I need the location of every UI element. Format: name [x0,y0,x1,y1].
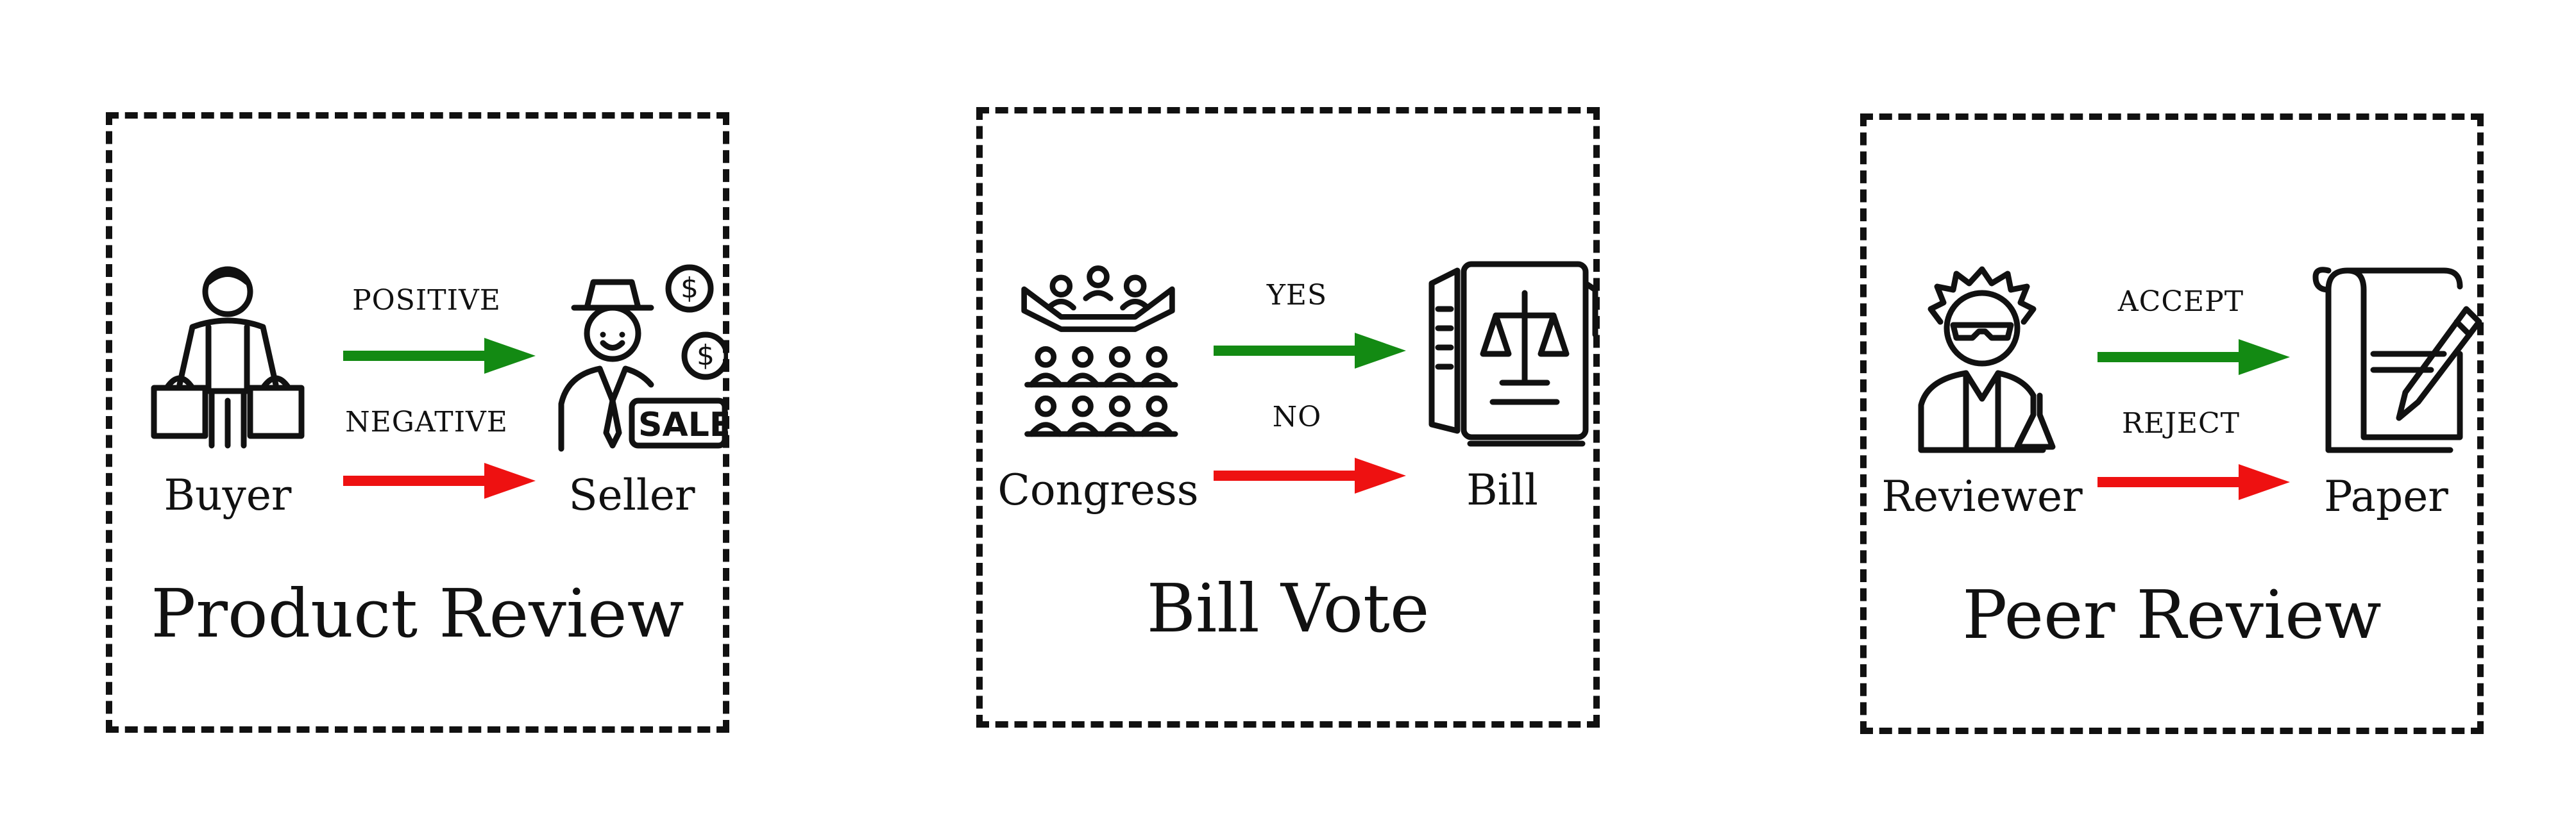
relation-label-negative: NO [1272,401,1322,433]
relation-label-positive: YES [1266,279,1328,312]
positive-arrow [2097,339,2290,375]
positive-arrow [1214,333,1406,369]
actor-label: Reviewer [1881,472,2083,521]
shopper-with-bags-icon [151,266,305,449]
negative-arrow [1214,458,1406,494]
panel-title: Bill Vote [1146,569,1430,647]
target-label: Bill [1466,465,1538,515]
congress-assembly-icon [1021,265,1178,437]
panel-bill-vote: YES NO Congress Bill Bill Vote [976,107,1600,728]
panel-title: Peer Review [1962,576,2382,654]
target-label: Paper [2324,472,2448,521]
target-label: Seller [568,471,695,520]
positive-arrow [343,338,536,374]
relation-label-positive: POSITIVE [352,284,501,317]
negative-arrow [2097,464,2290,500]
negative-arrow [343,463,536,499]
svg-text:$: $ [681,272,699,305]
relation-label-negative: REJECT [2121,407,2241,440]
actor-label: Congress [997,465,1199,515]
scientist-icon [1918,266,2056,453]
law-document-icon [1428,261,1598,447]
panel-peer-review: ACCEPT REJECT Reviewer Paper Peer Review [1860,113,2484,734]
svg-text:$: $ [697,339,715,372]
panel-product-review: $ $ SALE POSITIVE NEGATIVE Buyer Seller … [106,112,729,733]
relation-label-positive: ACCEPT [2117,285,2244,318]
svg-text:SALE: SALE [638,406,728,444]
paper-with-pen-icon [2312,267,2482,453]
relation-label-negative: NEGATIVE [345,406,508,439]
panel-title: Product Review [151,574,684,653]
actor-label: Buyer [164,471,292,520]
salesman-with-sale-sign-icon: $ $ SALE [558,264,728,452]
